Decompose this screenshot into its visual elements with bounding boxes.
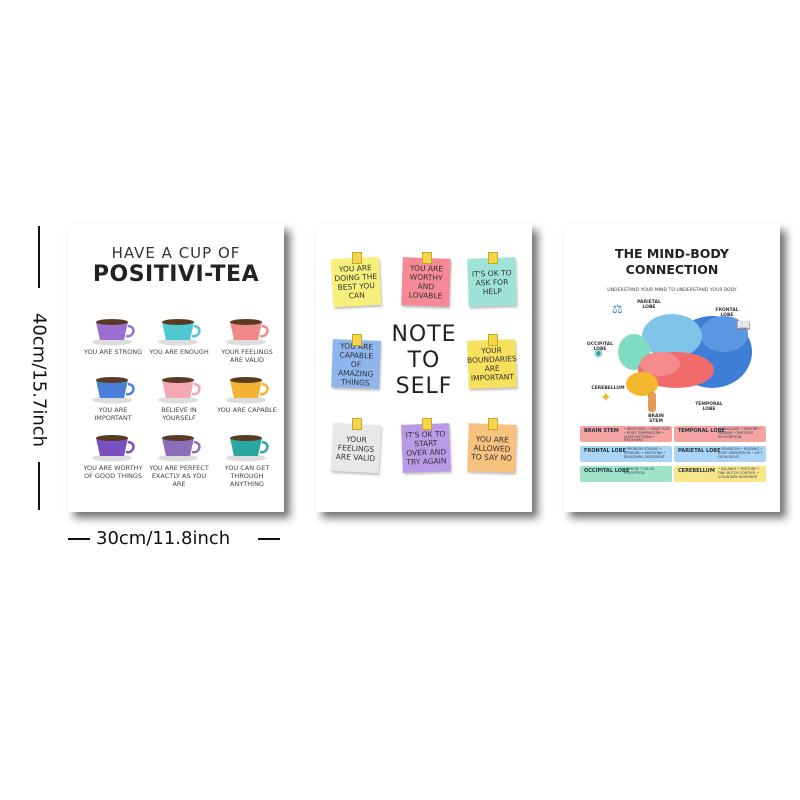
poster-note-to-self: NOTE TO SELF YOU ARE DOING THE BEST YOU … <box>316 224 532 512</box>
brain-function-name: PARIETAL LOBE <box>678 448 721 454</box>
brain-function-box: BRAIN STEM • BREATHING • HEART RATE • BOD… <box>580 426 672 442</box>
label-cerebellum: CEREBELLUM <box>591 386 625 391</box>
sticky-note: YOU ARE DOING THE BEST YOU CAN <box>330 256 382 308</box>
brain-function-desc: • SENSATION • READING • BODY ORIENTATION… <box>718 447 763 459</box>
sticky-note: IT'S OK TO START OVER AND TRY AGAIN <box>401 423 451 473</box>
note-to-self-word-2: TO <box>407 348 441 373</box>
width-line-left <box>68 538 90 540</box>
teacup-caption: YOU ARE PERFECT EXACTLY AS YOU ARE <box>149 464 209 488</box>
tape-pin-icon <box>488 334 498 346</box>
brain-function-box: TEMPORAL LOBE • LANGUAGE • MEMORY • HEARI… <box>674 426 766 442</box>
teacup-icon <box>92 435 135 462</box>
teacup-caption: YOU ARE IMPORTANT <box>94 406 132 422</box>
sticky-note: YOU ARE ALLOWED TO SAY NO <box>467 423 517 473</box>
note-to-self-word-3: SELF <box>395 374 453 399</box>
teacup-caption: BELIEVE IN YOURSELF <box>161 406 197 422</box>
teacup-caption: YOU ARE STRONG <box>83 348 143 356</box>
brain-function-box: CEREBELLUM • BALANCE • POSTURE • FINE MOT… <box>674 466 766 482</box>
teacup-icon <box>158 435 201 462</box>
teacup-icon <box>226 377 269 404</box>
label-brainstem: BRAIN STEM <box>648 414 664 424</box>
brain-function-desc: • VISION • COLOR PERCEPTION <box>624 467 654 475</box>
tape-pin-icon <box>352 418 362 430</box>
tape-pin-icon <box>422 418 432 430</box>
teacup-caption: YOU ARE CAPABLE <box>217 406 277 414</box>
tape-pin-icon <box>488 418 498 430</box>
brain-function-desc: • BALANCE • POSTURE • FINE MOTOR CONTROL… <box>718 467 760 479</box>
brain-function-name: BRAIN STEM <box>584 428 619 434</box>
tape-pin-icon <box>422 252 432 264</box>
width-label: 30cm/11.8inch <box>96 528 231 549</box>
height-line-bottom <box>38 462 40 510</box>
teacup-icon <box>92 319 135 346</box>
width-line-right <box>258 538 280 540</box>
brain-stem-shape <box>648 392 656 412</box>
poster-tea-title-line2: POSITIVI-TEA <box>92 262 260 287</box>
tape-pin-icon <box>352 252 362 264</box>
sticky-note: YOUR BOUNDARIES ARE IMPORTANT <box>467 339 517 389</box>
note-to-self-word-1: NOTE <box>391 322 457 347</box>
poster-positivi-tea: HAVE A CUP OF POSITIVI-TEA YOU ARE STRON… <box>68 224 284 512</box>
teacup-caption: YOU ARE WORTHY OF GOOD THINGS <box>83 464 143 480</box>
label-occipital: OCCIPITAL LOBE <box>586 342 614 352</box>
teacup-icon <box>226 319 269 346</box>
teacup-icon <box>92 377 135 404</box>
person-icon: ✦ <box>600 390 612 406</box>
sticky-note: YOU ARE WORTHY AND LOVABLE <box>401 257 451 307</box>
label-frontal: FRONTAL LOBE <box>715 308 739 318</box>
tape-pin-icon <box>488 252 498 264</box>
height-label: 40cm/15.7inch <box>28 312 50 448</box>
brain-function-box: PARIETAL LOBE • SENSATION • READING • BOD… <box>674 446 766 462</box>
poster-tea-title-line1: HAVE A CUP OF <box>111 244 241 262</box>
book-icon: 📖 <box>736 318 751 332</box>
brain-function-name: FRONTAL LOBE <box>584 448 627 454</box>
sticky-note: IT'S OK TO ASK FOR HELP <box>467 257 517 307</box>
label-temporal: TEMPORAL LOBE <box>695 402 723 412</box>
parietal-lobe-shape <box>642 314 702 358</box>
tape-pin-icon <box>352 334 362 346</box>
brain-function-name: CEREBELLUM <box>678 468 715 474</box>
sticky-note: YOU ARE CAPABLE OF AMAZING THINGS <box>331 339 381 389</box>
teacup-icon <box>158 319 201 346</box>
poster-mind-body: THE MIND-BODY CONNECTION UNDERSTAND YOUR… <box>564 224 780 512</box>
brain-function-box: FRONTAL LOBE • PROBLEM SOLVING • SPEAKING… <box>580 446 672 462</box>
teacup-icon <box>158 377 201 404</box>
sticky-note: YOUR FEELINGS ARE VALID <box>330 422 382 474</box>
brain-function-desc: • BREATHING • HEART RATE • BODY TEMPERAT… <box>624 427 671 443</box>
brain-function-box: OCCIPITAL LOBE • VISION • COLOR PERCEPTIO… <box>580 466 672 482</box>
scale-icon: ⚖ <box>612 302 623 316</box>
teacup-caption: YOU CAN GET THROUGH ANYTHING <box>224 464 270 488</box>
brain-function-desc: • LANGUAGE • MEMORY • HEARING • EMOTION … <box>718 427 761 439</box>
teacup-icon <box>226 435 269 462</box>
teacup-caption: YOU ARE ENOUGH <box>149 348 209 356</box>
teacup-caption: YOUR FEELINGS ARE VALID <box>221 348 273 364</box>
height-line-top <box>38 226 40 288</box>
label-parietal: PARIETAL LOBE <box>637 300 661 310</box>
brain-function-name: OCCIPITAL LOBE <box>584 468 630 474</box>
brain-function-desc: • PROBLEM SOLVING • SPEAKING • EMOTIONS … <box>624 447 666 459</box>
